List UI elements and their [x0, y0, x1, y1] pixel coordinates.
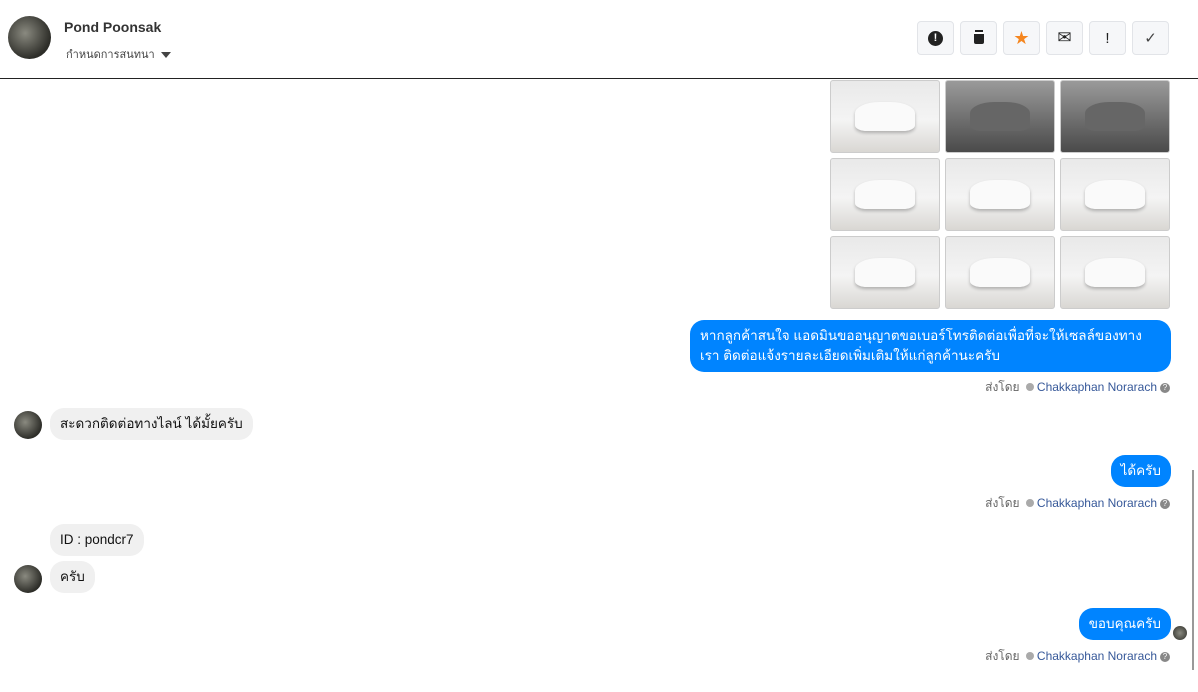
sent-by-text: ส่งโดย — [985, 649, 1020, 663]
star-button[interactable]: ★ — [1003, 21, 1040, 55]
sent-by-label: ส่งโดย Chakkaphan Norarach? — [985, 378, 1170, 397]
outgoing-message: หากลูกค้าสนใจ แอดมินขออนุญาตขอเบอร์โทรติ… — [690, 320, 1171, 372]
car-photo[interactable] — [945, 80, 1055, 153]
car-photo[interactable] — [830, 236, 940, 309]
incoming-message: ID : pondcr7 — [50, 524, 144, 556]
delete-button[interactable] — [960, 21, 997, 55]
star-icon: ★ — [1013, 27, 1030, 48]
avatar[interactable] — [8, 16, 51, 59]
help-icon[interactable]: ? — [1160, 498, 1170, 509]
scrollbar[interactable] — [1192, 470, 1194, 670]
sent-by-label: ส่งโดย Chakkaphan Norarach? — [985, 494, 1170, 513]
check-icon: ✓ — [1144, 30, 1157, 47]
contact-name[interactable]: Pond Poonsak — [64, 19, 161, 35]
sent-by-text: ส่งโดย — [985, 496, 1020, 510]
important-button[interactable]: ! — [1089, 21, 1126, 55]
avatar — [14, 411, 42, 439]
conversation-options-label: กำหนดการสนทนา — [66, 49, 155, 61]
alert-circle-icon: ! — [928, 30, 943, 46]
sent-by-text: ส่งโดย — [985, 380, 1020, 394]
conversation-options-dropdown[interactable]: กำหนดการสนทนา — [66, 45, 171, 63]
trash-icon — [973, 32, 984, 44]
car-photo[interactable] — [945, 158, 1055, 231]
incoming-message: สะดวกติดต่อทางไลน์ ได้มั้ยครับ — [50, 408, 253, 440]
exclamation-icon: ! — [1105, 29, 1110, 47]
car-photo[interactable] — [1060, 236, 1170, 309]
help-icon[interactable]: ? — [1160, 651, 1170, 662]
caret-down-icon — [160, 52, 171, 59]
agent-name[interactable]: Chakkaphan Norarach — [1037, 380, 1157, 394]
outgoing-message: ได้ครับ — [1110, 455, 1171, 487]
agent-icon — [1025, 652, 1034, 660]
agent-name[interactable]: Chakkaphan Norarach — [1037, 496, 1157, 510]
mail-button[interactable]: ✉ — [1046, 21, 1083, 55]
car-photo[interactable] — [945, 236, 1055, 309]
envelope-icon: ✉ — [1057, 28, 1072, 47]
photo-gallery — [830, 80, 1170, 309]
agent-icon — [1025, 499, 1034, 507]
avatar — [14, 565, 42, 593]
car-photo[interactable] — [830, 80, 940, 153]
agent-name[interactable]: Chakkaphan Norarach — [1037, 649, 1157, 663]
car-photo[interactable] — [1060, 158, 1170, 231]
seen-avatar — [1173, 626, 1187, 640]
done-button[interactable]: ✓ — [1132, 21, 1169, 55]
sent-by-label: ส่งโดย Chakkaphan Norarach? — [985, 647, 1170, 666]
toolbar: ! ★ ✉ ! ✓ — [917, 21, 1169, 55]
agent-icon — [1025, 383, 1034, 391]
help-icon[interactable]: ? — [1160, 382, 1170, 393]
car-photo[interactable] — [1060, 80, 1170, 153]
incoming-message: ครับ — [50, 561, 95, 593]
alert-button[interactable]: ! — [917, 21, 954, 55]
outgoing-message: ขอบคุณครับ — [1078, 608, 1171, 640]
conversation-header: Pond Poonsak กำหนดการสนทนา ! ★ ✉ ! ✓ — [0, 0, 1198, 79]
car-photo[interactable] — [830, 158, 940, 231]
